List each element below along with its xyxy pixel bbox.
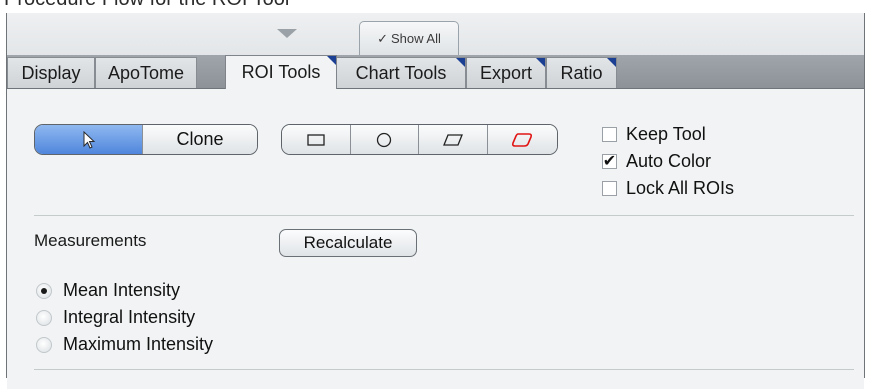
radio-selected xyxy=(36,282,52,299)
tab-label: ApoTome xyxy=(107,62,185,83)
pointer-arrow-icon xyxy=(83,130,95,149)
measurement-options: Mean Intensity Integral Intensity Maximu… xyxy=(36,277,213,358)
lock-all-rois-checkbox[interactable]: Lock All ROIs xyxy=(602,175,734,202)
show-all-label: Show All xyxy=(391,31,441,46)
tab-label: Ratio xyxy=(560,62,603,83)
tab-export[interactable]: Export xyxy=(466,57,546,88)
rectangle-icon xyxy=(307,133,325,146)
auto-color-checkbox[interactable]: ✔ Auto Color xyxy=(602,148,734,175)
tab-corner-flag-icon xyxy=(536,58,545,67)
clone-button[interactable]: Clone xyxy=(143,125,257,154)
tab-roi-tools[interactable]: ROI Tools xyxy=(225,55,337,89)
tab-label: Export xyxy=(479,62,533,83)
parallelogram-tool-button[interactable] xyxy=(419,125,488,154)
pointer-tool-button[interactable] xyxy=(35,125,144,154)
checkbox-label: Lock All ROIs xyxy=(626,178,735,198)
tab-chart-tools[interactable]: Chart Tools xyxy=(336,57,466,88)
radio-label: Maximum Intensity xyxy=(63,334,214,354)
radio-label: Integral Intensity xyxy=(63,307,196,327)
tab-corner-flag-icon xyxy=(607,58,616,67)
section-divider xyxy=(34,215,854,216)
tab-display[interactable]: Display xyxy=(7,57,95,88)
checkbox-box xyxy=(602,127,617,142)
tool-mode-group: Clone xyxy=(34,124,258,155)
radio-unselected xyxy=(36,309,52,326)
rounded-parallelogram-tool-button[interactable] xyxy=(487,125,557,154)
document-heading-cut: Procedure Flow for the ROI Tool xyxy=(4,0,289,11)
tab-label: Chart Tools xyxy=(355,62,447,83)
maximum-intensity-radio[interactable]: Maximum Intensity xyxy=(36,331,213,358)
parallelogram-icon xyxy=(442,133,463,146)
panel-header-strip: ✓ Show All xyxy=(7,13,864,56)
keep-tool-checkbox[interactable]: Keep Tool xyxy=(602,121,734,148)
checkbox-label: Auto Color xyxy=(626,151,712,171)
checkmark-icon: ✓ xyxy=(377,30,389,46)
radio-label: Mean Intensity xyxy=(63,280,181,300)
roi-tools-panel: ✓ Show All Display ApoTome ROI Tools Cha… xyxy=(6,13,865,389)
roi-options: Keep Tool ✔ Auto Color Lock All ROIs xyxy=(602,121,734,202)
checkbox-label: Keep Tool xyxy=(626,124,706,144)
measurements-label: Measurements xyxy=(34,231,147,250)
checkbox-box xyxy=(602,181,617,196)
clone-label: Clone xyxy=(176,129,224,149)
tab-ratio[interactable]: Ratio xyxy=(546,57,617,88)
tab-apotome[interactable]: ApoTome xyxy=(95,57,197,88)
roi-tools-content: Clone Keep Tool ✔ Auto Color Lock All RO… xyxy=(7,89,864,389)
tab-corner-flag-icon xyxy=(327,56,336,65)
section-divider xyxy=(34,369,854,370)
shape-tool-group xyxy=(281,124,558,155)
tab-bar: Display ApoTome ROI Tools Chart Tools Ex… xyxy=(7,55,864,89)
recalculate-button[interactable]: Recalculate xyxy=(279,229,417,257)
circle-tool-button[interactable] xyxy=(350,125,419,154)
tab-label: ROI Tools xyxy=(241,62,321,82)
checkbox-box-checked: ✔ xyxy=(602,153,617,170)
tab-corner-flag-icon xyxy=(456,58,465,67)
tab-label: Display xyxy=(21,62,81,83)
circle-icon xyxy=(377,132,392,147)
radio-unselected xyxy=(36,336,52,353)
rectangle-tool-button[interactable] xyxy=(282,125,351,154)
rounded-parallelogram-icon xyxy=(512,132,533,147)
mean-intensity-radio[interactable]: Mean Intensity xyxy=(36,277,213,304)
show-all-button[interactable]: ✓ Show All xyxy=(359,21,459,55)
collapse-triangle-icon[interactable] xyxy=(277,29,297,38)
integral-intensity-radio[interactable]: Integral Intensity xyxy=(36,304,213,331)
